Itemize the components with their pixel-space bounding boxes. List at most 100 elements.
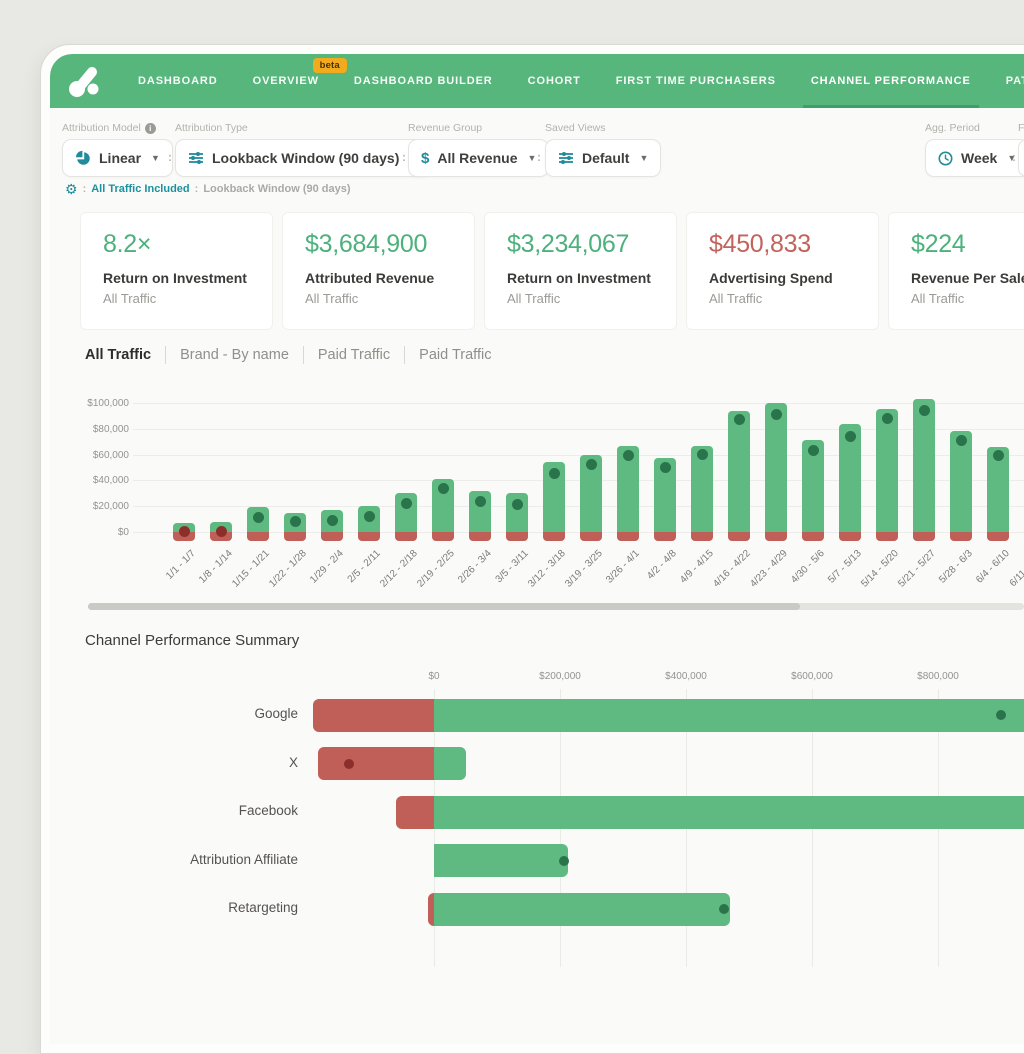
bar-segment-spend — [765, 532, 787, 541]
tab-paid-traffic-1[interactable]: Paid Traffic — [318, 347, 390, 363]
bar-segment-spend — [987, 532, 1009, 541]
dropdown-value: Linear — [99, 150, 141, 166]
dropdown-value: Lookback Window (90 days) — [212, 150, 399, 166]
nav-item-dashboard[interactable]: DASHBOARD — [138, 54, 218, 108]
filter-separator: : — [1012, 150, 1016, 164]
bar-marker-dot — [845, 431, 856, 442]
tab-all-traffic[interactable]: All Traffic — [85, 347, 151, 363]
bar-segment-revenue — [434, 699, 1024, 732]
bar-marker-dot — [919, 405, 930, 416]
channel-row-label: Facebook — [85, 803, 298, 818]
nav-item-label: DASHBOARD — [138, 75, 218, 87]
active-filter-summary: ⚙ : All Traffic Included : Lookback Wind… — [65, 182, 351, 196]
bar-segment-spend — [506, 532, 528, 541]
nav-item-cohort[interactable]: COHORT — [528, 54, 581, 108]
bar-segment-revenue — [765, 403, 787, 532]
dropdown-value: Default — [582, 150, 629, 166]
sliders-icon — [558, 150, 574, 166]
filter-separator: : — [402, 150, 406, 164]
bar-marker-dot — [660, 462, 671, 473]
bar-marker-dot — [512, 499, 523, 510]
y-axis-tick-label: $20,000 — [85, 501, 129, 512]
kpi-card-return-on-investment: $3,234,067 Return on Investment All Traf… — [484, 212, 677, 330]
nav-item-overview[interactable]: OVERVIEW beta — [253, 54, 319, 108]
bar-segment-revenue — [913, 399, 935, 532]
bar-marker-dot — [216, 526, 227, 537]
bar-segment-spend — [358, 532, 380, 541]
settings-gear-icon[interactable]: ⚙ — [65, 182, 78, 196]
kpi-value: $3,684,900 — [305, 230, 452, 259]
clock-icon — [938, 151, 953, 166]
saved-views-dropdown[interactable]: Default ▼ — [545, 139, 661, 177]
bar-marker-dot — [179, 526, 190, 537]
bar-segment-spend — [950, 532, 972, 541]
bar-marker-dot — [327, 515, 338, 526]
bar-segment-spend — [728, 532, 750, 541]
scrollbar-thumb[interactable] — [88, 603, 800, 610]
filter-label: Attribution Type — [175, 122, 431, 134]
tab-paid-traffic-2[interactable]: Paid Traffic — [419, 347, 491, 363]
nav-item-first-time-purchasers[interactable]: FIRST TIME PURCHASERS — [616, 54, 776, 108]
kpi-sublabel: All Traffic — [305, 291, 452, 306]
top-nav-bar: DASHBOARD OVERVIEW beta DASHBOARD BUILDE… — [50, 54, 1024, 108]
filter-revenue-group: Revenue Group $ All Revenue ▼ — [408, 122, 549, 177]
bar-segment-revenue — [950, 431, 972, 532]
segment-tabs: All Traffic Brand - By name Paid Traffic… — [85, 346, 491, 364]
dollar-icon: $ — [421, 150, 429, 167]
bar-segment-spend — [396, 796, 434, 829]
tab-divider — [303, 346, 304, 364]
filter-label: Revenue Group — [408, 122, 549, 134]
x-axis-tick-label: $400,000 — [646, 671, 726, 682]
info-icon[interactable]: i — [145, 123, 156, 134]
bar-segment-spend — [543, 532, 565, 541]
bar-segment-spend — [654, 532, 676, 541]
bar-marker-dot — [996, 710, 1006, 720]
bar-marker-dot — [956, 435, 967, 446]
bar-segment-revenue — [434, 844, 568, 877]
channel-row-label: X — [85, 755, 298, 770]
bar-marker-dot — [549, 468, 560, 479]
attribution-model-dropdown[interactable]: Linear ▼ — [62, 139, 173, 177]
bar-segment-revenue — [434, 747, 466, 780]
filter-label: Attribution Modeli — [62, 122, 173, 134]
beta-badge: beta — [313, 58, 347, 73]
y-axis-tick-label: $100,000 — [85, 398, 129, 409]
kpi-card-attributed-revenue: $3,684,900 Attributed Revenue All Traffi… — [282, 212, 475, 330]
nav-item-channel-performance[interactable]: CHANNEL PERFORMANCE — [811, 54, 971, 108]
bar-segment-revenue — [434, 796, 1024, 829]
agg-period-dropdown[interactable]: Week ▼ — [925, 139, 1024, 177]
nav-item-label: FIRST TIME PURCHASERS — [616, 75, 776, 87]
app-window: DASHBOARD OVERVIEW beta DASHBOARD BUILDE… — [40, 44, 1024, 1054]
revenue-group-dropdown[interactable]: $ All Revenue ▼ — [408, 139, 549, 177]
kpi-card-revenue-per-sale: $224 Revenue Per Sale All Traffic — [888, 212, 1024, 330]
y-axis-tick-label: $60,000 — [85, 450, 129, 461]
bar-segment-spend — [284, 532, 306, 541]
kpi-label: Advertising Spend — [709, 270, 856, 286]
nav-item-dashboard-builder[interactable]: DASHBOARD BUILDER — [354, 54, 493, 108]
bar-marker-dot — [475, 496, 486, 507]
bar-marker-dot — [623, 450, 634, 461]
bar-segment-spend — [617, 532, 639, 541]
tab-divider — [404, 346, 405, 364]
bar-segment-spend — [395, 532, 417, 541]
x-axis-tick-label: $0 — [394, 671, 474, 682]
chevron-down-icon: ▼ — [527, 153, 536, 163]
kpi-label: Return on Investment — [507, 270, 654, 286]
kpi-label: Return on Investment — [103, 270, 250, 286]
bar-marker-dot — [401, 498, 412, 509]
filter-label: F — [1018, 122, 1024, 134]
y-axis-tick-label: $40,000 — [85, 475, 129, 486]
bar-segment-spend — [321, 532, 343, 541]
tab-brand-by-name[interactable]: Brand - By name — [180, 347, 289, 363]
filter-attribution-model: Attribution Modeli Linear ▼ — [62, 122, 173, 177]
nav-item-paths[interactable]: PATHS — [1006, 54, 1024, 108]
bar-marker-dot — [290, 516, 301, 527]
kpi-label: Revenue Per Sale — [911, 270, 1024, 286]
app-logo-icon[interactable] — [64, 59, 108, 103]
chart-horizontal-scrollbar[interactable] — [88, 603, 1024, 610]
partial-dropdown[interactable] — [1018, 139, 1024, 177]
dropdown-value: All Revenue — [437, 150, 517, 166]
weekly-revenue-chart: $100,000$80,000$60,000$40,000$20,000$01/… — [85, 392, 1024, 607]
bar-marker-dot — [882, 413, 893, 424]
attribution-type-dropdown[interactable]: Lookback Window (90 days) ▼ — [175, 139, 431, 177]
